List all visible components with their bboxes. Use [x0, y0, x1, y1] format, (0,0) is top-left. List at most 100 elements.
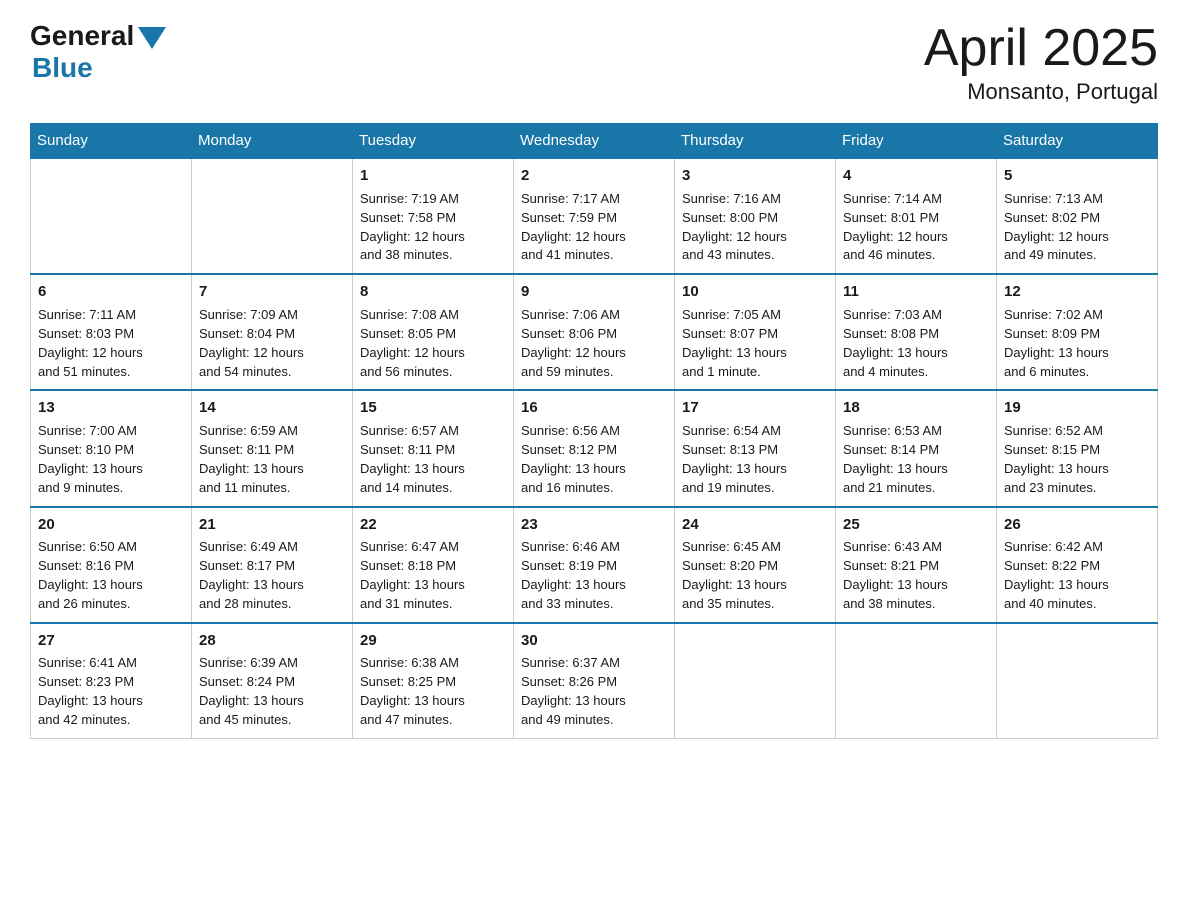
day-info: Sunrise: 7:03 AMSunset: 8:08 PMDaylight:… [843, 306, 989, 381]
day-info: Sunrise: 6:47 AMSunset: 8:18 PMDaylight:… [360, 538, 506, 613]
day-info: Sunrise: 6:43 AMSunset: 8:21 PMDaylight:… [843, 538, 989, 613]
day-info: Sunrise: 7:19 AMSunset: 7:58 PMDaylight:… [360, 190, 506, 265]
day-number: 18 [843, 397, 989, 419]
day-info: Sunrise: 7:11 AMSunset: 8:03 PMDaylight:… [38, 306, 184, 381]
month-title: April 2025 [924, 20, 1158, 77]
day-info: Sunrise: 6:37 AMSunset: 8:26 PMDaylight:… [521, 654, 667, 729]
day-number: 10 [682, 281, 828, 303]
calendar-cell: 7 Sunrise: 7:09 AMSunset: 8:04 PMDaylight… [192, 274, 353, 390]
day-number: 3 [682, 165, 828, 187]
day-info: Sunrise: 6:39 AMSunset: 8:24 PMDaylight:… [199, 654, 345, 729]
calendar-table: SundayMondayTuesdayWednesdayThursdayFrid… [30, 123, 1158, 739]
calendar-cell [675, 623, 836, 739]
calendar-cell: 15Sunrise: 6:57 AMSunset: 8:11 PMDayligh… [353, 390, 514, 506]
calendar-cell: 6 Sunrise: 7:11 AMSunset: 8:03 PMDaylight… [31, 274, 192, 390]
day-number: 1 [360, 165, 506, 187]
day-info: Sunrise: 7:17 AMSunset: 7:59 PMDaylight:… [521, 190, 667, 265]
weekday-header-saturday: Saturday [997, 124, 1158, 159]
day-info: Sunrise: 6:38 AMSunset: 8:25 PMDaylight:… [360, 654, 506, 729]
calendar-cell: 17 Sunrise: 6:54 AMSunset: 8:13 PMDayligh… [675, 390, 836, 506]
calendar-cell: 12Sunrise: 7:02 AMSunset: 8:09 PMDayligh… [997, 274, 1158, 390]
day-number: 4 [843, 165, 989, 187]
weekday-header-tuesday: Tuesday [353, 124, 514, 159]
logo-blue-text: Blue [32, 52, 93, 84]
day-number: 7 [199, 281, 345, 303]
day-number: 19 [1004, 397, 1150, 419]
day-info: Sunrise: 6:56 AMSunset: 8:12 PMDaylight:… [521, 422, 667, 497]
location-subtitle: Monsanto, Portugal [924, 79, 1158, 105]
day-number: 24 [682, 514, 828, 536]
page-header: General Blue April 2025 Monsanto, Portug… [30, 20, 1158, 105]
calendar-cell: 5 Sunrise: 7:13 AMSunset: 8:02 PMDaylight… [997, 158, 1158, 274]
calendar-cell: 2Sunrise: 7:17 AMSunset: 7:59 PMDaylight… [514, 158, 675, 274]
day-number: 28 [199, 630, 345, 652]
day-number: 29 [360, 630, 506, 652]
calendar-cell: 3 Sunrise: 7:16 AMSunset: 8:00 PMDaylight… [675, 158, 836, 274]
weekday-header-thursday: Thursday [675, 124, 836, 159]
day-number: 5 [1004, 165, 1150, 187]
day-info: Sunrise: 7:08 AMSunset: 8:05 PMDaylight:… [360, 306, 506, 381]
day-number: 23 [521, 514, 667, 536]
calendar-cell: 27Sunrise: 6:41 AMSunset: 8:23 PMDayligh… [31, 623, 192, 739]
calendar-cell: 9 Sunrise: 7:06 AMSunset: 8:06 PMDaylight… [514, 274, 675, 390]
week-row-1: 1 Sunrise: 7:19 AMSunset: 7:58 PMDaylight… [31, 158, 1158, 274]
calendar-cell: 28Sunrise: 6:39 AMSunset: 8:24 PMDayligh… [192, 623, 353, 739]
day-number: 6 [38, 281, 184, 303]
calendar-cell: 22Sunrise: 6:47 AMSunset: 8:18 PMDayligh… [353, 507, 514, 623]
calendar-cell: 18Sunrise: 6:53 AMSunset: 8:14 PMDayligh… [836, 390, 997, 506]
day-info: Sunrise: 6:54 AMSunset: 8:13 PMDaylight:… [682, 422, 828, 497]
day-number: 13 [38, 397, 184, 419]
day-info: Sunrise: 7:13 AMSunset: 8:02 PMDaylight:… [1004, 190, 1150, 265]
calendar-cell: 13 Sunrise: 7:00 AMSunset: 8:10 PMDayligh… [31, 390, 192, 506]
calendar-cell: 24Sunrise: 6:45 AMSunset: 8:20 PMDayligh… [675, 507, 836, 623]
calendar-cell: 10 Sunrise: 7:05 AMSunset: 8:07 PMDayligh… [675, 274, 836, 390]
day-info: Sunrise: 7:06 AMSunset: 8:06 PMDaylight:… [521, 306, 667, 381]
day-info: Sunrise: 6:46 AMSunset: 8:19 PMDaylight:… [521, 538, 667, 613]
calendar-cell: 4 Sunrise: 7:14 AMSunset: 8:01 PMDaylight… [836, 158, 997, 274]
day-number: 20 [38, 514, 184, 536]
day-number: 21 [199, 514, 345, 536]
calendar-cell: 1 Sunrise: 7:19 AMSunset: 7:58 PMDaylight… [353, 158, 514, 274]
day-number: 15 [360, 397, 506, 419]
day-info: Sunrise: 6:50 AMSunset: 8:16 PMDaylight:… [38, 538, 184, 613]
calendar-cell: 14Sunrise: 6:59 AMSunset: 8:11 PMDayligh… [192, 390, 353, 506]
week-row-2: 6 Sunrise: 7:11 AMSunset: 8:03 PMDaylight… [31, 274, 1158, 390]
calendar-cell: 16 Sunrise: 6:56 AMSunset: 8:12 PMDayligh… [514, 390, 675, 506]
logo-triangle-icon [138, 27, 166, 49]
calendar-cell: 21Sunrise: 6:49 AMSunset: 8:17 PMDayligh… [192, 507, 353, 623]
day-number: 30 [521, 630, 667, 652]
weekday-header-row: SundayMondayTuesdayWednesdayThursdayFrid… [31, 124, 1158, 159]
title-area: April 2025 Monsanto, Portugal [924, 20, 1158, 105]
day-number: 9 [521, 281, 667, 303]
calendar-cell: 8Sunrise: 7:08 AMSunset: 8:05 PMDaylight… [353, 274, 514, 390]
calendar-cell: 26Sunrise: 6:42 AMSunset: 8:22 PMDayligh… [997, 507, 1158, 623]
calendar-cell: 29Sunrise: 6:38 AMSunset: 8:25 PMDayligh… [353, 623, 514, 739]
day-info: Sunrise: 6:45 AMSunset: 8:20 PMDaylight:… [682, 538, 828, 613]
day-info: Sunrise: 6:42 AMSunset: 8:22 PMDaylight:… [1004, 538, 1150, 613]
day-number: 26 [1004, 514, 1150, 536]
day-info: Sunrise: 6:52 AMSunset: 8:15 PMDaylight:… [1004, 422, 1150, 497]
calendar-cell [997, 623, 1158, 739]
day-number: 16 [521, 397, 667, 419]
calendar-cell [31, 158, 192, 274]
day-info: Sunrise: 6:41 AMSunset: 8:23 PMDaylight:… [38, 654, 184, 729]
calendar-cell: 20Sunrise: 6:50 AMSunset: 8:16 PMDayligh… [31, 507, 192, 623]
day-info: Sunrise: 7:00 AMSunset: 8:10 PMDaylight:… [38, 422, 184, 497]
calendar-cell: 11 Sunrise: 7:03 AMSunset: 8:08 PMDayligh… [836, 274, 997, 390]
calendar-cell [836, 623, 997, 739]
weekday-header-monday: Monday [192, 124, 353, 159]
calendar-cell: 25Sunrise: 6:43 AMSunset: 8:21 PMDayligh… [836, 507, 997, 623]
day-number: 11 [843, 281, 989, 303]
calendar-cell [192, 158, 353, 274]
logo: General Blue [30, 20, 166, 84]
day-number: 25 [843, 514, 989, 536]
weekday-header-wednesday: Wednesday [514, 124, 675, 159]
day-info: Sunrise: 6:49 AMSunset: 8:17 PMDaylight:… [199, 538, 345, 613]
day-info: Sunrise: 7:09 AMSunset: 8:04 PMDaylight:… [199, 306, 345, 381]
calendar-cell: 23Sunrise: 6:46 AMSunset: 8:19 PMDayligh… [514, 507, 675, 623]
weekday-header-friday: Friday [836, 124, 997, 159]
day-info: Sunrise: 7:16 AMSunset: 8:00 PMDaylight:… [682, 190, 828, 265]
day-info: Sunrise: 7:14 AMSunset: 8:01 PMDaylight:… [843, 190, 989, 265]
day-info: Sunrise: 7:05 AMSunset: 8:07 PMDaylight:… [682, 306, 828, 381]
day-number: 17 [682, 397, 828, 419]
